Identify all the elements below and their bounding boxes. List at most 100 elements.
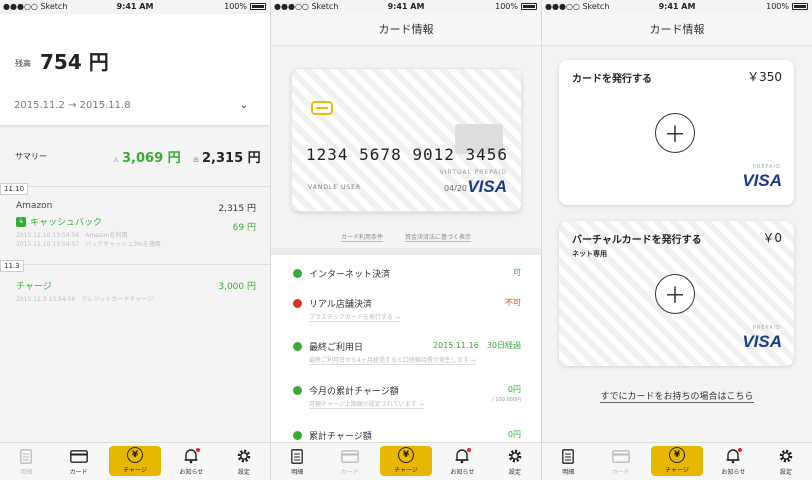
charge-limit: / 100,000円 (492, 397, 521, 403)
tab-news[interactable]: お知らせ (165, 443, 217, 480)
tab-label: チャージ (665, 467, 689, 474)
plus-icon[interactable]: ＋ (655, 113, 695, 153)
charge-limit-link[interactable]: 月額チャージ上限額が設定されています → (309, 399, 424, 409)
issue-virtual-card-option[interactable]: バーチャルカードを発行する ￥0 ネット専用 ＋ PREPAID VISA (559, 221, 794, 366)
terms-link[interactable]: カード利用条件 (340, 232, 383, 242)
transaction-charge[interactable]: チャージ 2015.11.3 13:54:56 クレジットカードチャージ 3,0… (16, 279, 256, 305)
yen-coin-icon: ¥ (126, 446, 144, 463)
prepaid-label: PREPAID (752, 325, 781, 331)
plus-icon[interactable]: ＋ (655, 274, 695, 314)
page-title: カード情報 (271, 14, 541, 46)
tab-statement[interactable]: 明細 (542, 443, 594, 480)
option-title: カードを発行する (572, 74, 652, 85)
gear-icon (235, 447, 253, 465)
card-icon (611, 447, 630, 465)
tab-label: 明細 (562, 469, 575, 476)
tab-label: カード (69, 469, 88, 476)
tab-card[interactable]: カード (323, 443, 375, 480)
gear-icon (777, 447, 795, 465)
tab-settings[interactable]: 設定 (489, 443, 541, 480)
visa-logo: VISA (742, 171, 782, 190)
tab-label: 設定 (779, 469, 792, 476)
summary-out: 出 2,315 円 (193, 147, 261, 166)
summary-label: サマリー (15, 152, 47, 161)
gear-icon (506, 447, 524, 465)
issue-plastic-link[interactable]: プラスチックカードを発行する → (309, 312, 400, 322)
info-value: 不可 (505, 298, 521, 307)
chip-icon (311, 101, 333, 115)
card-icon (340, 447, 359, 465)
tab-statement[interactable]: 明細 (0, 443, 52, 480)
summary-row: サマリー 入 3,069 円 出 2,315 円 (0, 140, 270, 174)
tab-charge[interactable]: ¥ チャージ (379, 446, 433, 476)
battery-status: 100% (766, 2, 808, 11)
tab-label: チャージ (123, 467, 147, 474)
maintenance-fee-link[interactable]: 最終ご利用日から4ヶ月経過すると口座維持費が発生します → (309, 355, 476, 365)
out-label: 出 (193, 157, 200, 164)
transaction-amazon[interactable]: Amazon ↳ キャッシュバック 2015.11.10 13:54:56 Ama… (16, 201, 256, 256)
tab-bar: 明細 カード ¥ チャージ お知らせ 設定 (271, 442, 541, 480)
divider (22, 186, 270, 187)
tab-bar: 明細 カード ¥ チャージ お知らせ 設定 (542, 442, 812, 480)
tab-label: お知らせ (179, 469, 204, 476)
summary-in: 入 3,069 円 (113, 147, 181, 166)
battery-percent: 100% (495, 2, 518, 11)
tab-card[interactable]: カード (594, 443, 646, 480)
status-bar: ●●●○○ Sketch 9:41 AM 100% (542, 0, 812, 14)
battery-percent: 100% (224, 2, 247, 11)
tab-label: カード (340, 469, 359, 476)
card-holder: VANDLE USER (308, 184, 362, 191)
in-amount: 3,069 円 (122, 151, 181, 166)
period-arrow: → (68, 100, 77, 111)
tab-statement[interactable]: 明細 (271, 443, 323, 480)
visa-logo: VISA (467, 177, 507, 196)
info-value: 2015.11.16 30日経過 (433, 341, 521, 350)
issue-card-option[interactable]: カードを発行する ￥350 ＋ PREPAID VISA (559, 60, 794, 205)
tab-label: カード (611, 469, 630, 476)
tab-charge[interactable]: ¥ チャージ (650, 446, 704, 476)
period-selector[interactable]: 2015.11.2 → 2015.11.8 (14, 100, 131, 111)
tab-label: 設定 (237, 469, 250, 476)
page-title: カード情報 (542, 14, 812, 46)
battery-icon (250, 3, 266, 10)
in-label: 入 (113, 157, 120, 164)
existing-card-link[interactable]: すでにカードをお持ちの場合はこちら (542, 389, 812, 403)
battery-status: 100% (495, 2, 537, 11)
battery-icon (521, 3, 537, 10)
tab-card[interactable]: カード (52, 443, 104, 480)
out-amount: 2,315 円 (202, 151, 261, 166)
battery-percent: 100% (766, 2, 789, 11)
balance-label: 残高 (15, 59, 31, 68)
tx-meta-line: 2015.11.10 13:54:57 バックキャッシュ3%を適用 (16, 241, 161, 248)
period-end: 2015.11.8 (79, 100, 131, 111)
info-value: 0円 (507, 385, 521, 394)
status-bar: ●●●○○ Sketch 9:41 AM 100% (0, 0, 270, 14)
virtual-card[interactable]: 1234 5678 9012 3456 VIRTUAL PREPAID VAND… (291, 68, 522, 212)
tx-meta: 2015.11.10 13:54:56 Amazonを利用 2015.11.10 … (16, 231, 256, 249)
yen-coin-icon: ¥ (668, 446, 686, 463)
option-price: ￥0 (762, 231, 782, 245)
status-dot (293, 386, 302, 395)
info-label: インターネット決済 (309, 270, 391, 280)
date-label: 11.3 (0, 260, 24, 272)
tab-settings[interactable]: 設定 (760, 443, 812, 480)
status-dot (293, 299, 302, 308)
tx-meta-line: 2015.11.10 13:54:56 Amazonを利用 (16, 232, 128, 239)
tab-news[interactable]: お知らせ (436, 443, 488, 480)
tab-news[interactable]: お知らせ (707, 443, 759, 480)
legal-link[interactable]: 資金決済法に基づく表示 (405, 232, 472, 242)
info-label: リアル店舗決済 (309, 300, 372, 310)
tx-amount: 3,000 円 (218, 282, 256, 292)
tab-settings[interactable]: 設定 (218, 443, 270, 480)
tab-charge[interactable]: ¥ チャージ (108, 446, 162, 476)
divider (22, 264, 270, 265)
screen-statement: ●●●○○ Sketch 9:41 AM 100% 残高 754 円 2015.… (0, 0, 270, 480)
tab-label: チャージ (394, 467, 418, 474)
card-icon (69, 447, 88, 465)
tx-amount: 2,315 円 (218, 204, 256, 214)
card-expiry: 04/20 (443, 184, 467, 193)
info-value: 0円 (507, 430, 521, 439)
chevron-down-icon[interactable]: ⌄ (240, 100, 248, 111)
option-note: ネット専用 (572, 250, 607, 258)
status-dot (293, 342, 302, 351)
